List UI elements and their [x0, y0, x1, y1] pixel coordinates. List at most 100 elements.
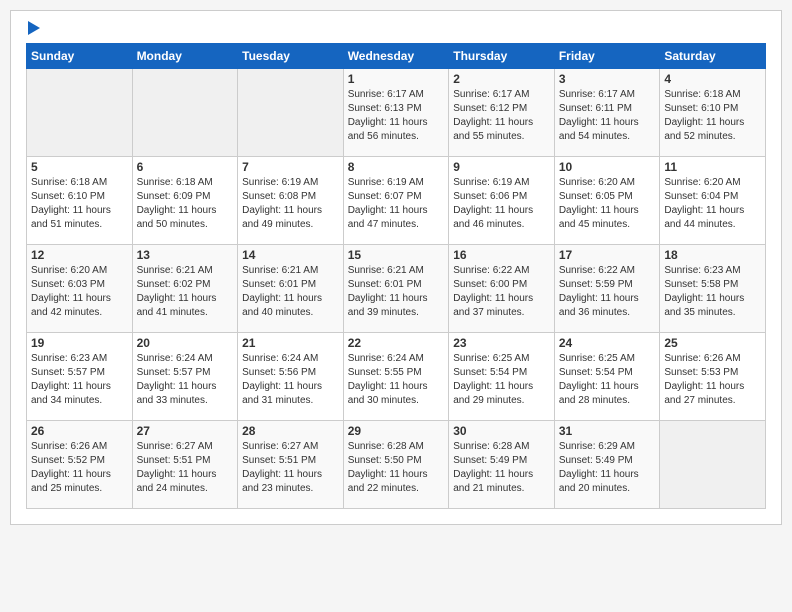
- calendar-cell: 12 Sunrise: 6:20 AM Sunset: 6:03 PM Dayli…: [27, 245, 133, 333]
- day-info: Sunrise: 6:18 AM Sunset: 6:09 PM Dayligh…: [137, 176, 234, 232]
- calendar-cell: 11 Sunrise: 6:20 AM Sunset: 6:04 PM Dayli…: [660, 157, 766, 245]
- calendar-cell: 1Sunrise: 6:17 AM Sunset: 6:13 PM Daylig…: [343, 69, 449, 157]
- day-number: 8: [348, 160, 445, 174]
- weekday-header-thursday: Thursday: [449, 44, 555, 69]
- calendar-cell: 15 Sunrise: 6:21 AM Sunset: 6:01 PM Dayli…: [343, 245, 449, 333]
- day-info: Sunrise: 6:21 AM Sunset: 6:01 PM Dayligh…: [348, 264, 445, 320]
- day-number: 6: [137, 160, 234, 174]
- day-number: 12: [31, 248, 128, 262]
- day-number: 24: [559, 336, 656, 350]
- calendar-cell: 31Sunrise: 6:29 AM Sunset: 5:49 PM Dayli…: [554, 421, 660, 509]
- day-info: Sunrise: 6:20 AM Sunset: 6:05 PM Dayligh…: [559, 176, 656, 232]
- calendar-container: SundayMondayTuesdayWednesdayThursdayFrid…: [10, 10, 782, 525]
- logo-arrow-icon: [28, 21, 40, 35]
- calendar-thead: SundayMondayTuesdayWednesdayThursdayFrid…: [27, 44, 766, 69]
- calendar-cell: 25 Sunrise: 6:26 AM Sunset: 5:53 PM Dayli…: [660, 333, 766, 421]
- day-info: Sunrise: 6:27 AM Sunset: 5:51 PM Dayligh…: [242, 440, 339, 496]
- day-number: 31: [559, 424, 656, 438]
- day-info: Sunrise: 6:26 AM Sunset: 5:52 PM Dayligh…: [31, 440, 128, 496]
- day-info: Sunrise: 6:20 AM Sunset: 6:04 PM Dayligh…: [664, 176, 761, 232]
- calendar-cell: 22 Sunrise: 6:24 AM Sunset: 5:55 PM Dayli…: [343, 333, 449, 421]
- calendar-tbody: 1Sunrise: 6:17 AM Sunset: 6:13 PM Daylig…: [27, 69, 766, 509]
- day-info: Sunrise: 6:24 AM Sunset: 5:56 PM Dayligh…: [242, 352, 339, 408]
- calendar-header: [26, 21, 766, 35]
- day-number: 30: [453, 424, 550, 438]
- day-info: Sunrise: 6:28 AM Sunset: 5:49 PM Dayligh…: [453, 440, 550, 496]
- logo: [26, 21, 40, 35]
- calendar-cell: 19 Sunrise: 6:23 AM Sunset: 5:57 PM Dayli…: [27, 333, 133, 421]
- day-info: Sunrise: 6:21 AM Sunset: 6:02 PM Dayligh…: [137, 264, 234, 320]
- day-info: Sunrise: 6:20 AM Sunset: 6:03 PM Dayligh…: [31, 264, 128, 320]
- day-info: Sunrise: 6:24 AM Sunset: 5:55 PM Dayligh…: [348, 352, 445, 408]
- day-number: 23: [453, 336, 550, 350]
- calendar-table: SundayMondayTuesdayWednesdayThursdayFrid…: [26, 43, 766, 509]
- calendar-cell: 30 Sunrise: 6:28 AM Sunset: 5:49 PM Dayli…: [449, 421, 555, 509]
- calendar-cell: 17 Sunrise: 6:22 AM Sunset: 5:59 PM Dayli…: [554, 245, 660, 333]
- weekday-header-saturday: Saturday: [660, 44, 766, 69]
- calendar-week-0: 1Sunrise: 6:17 AM Sunset: 6:13 PM Daylig…: [27, 69, 766, 157]
- day-number: 7: [242, 160, 339, 174]
- calendar-cell: [238, 69, 344, 157]
- day-info: Sunrise: 6:26 AM Sunset: 5:53 PM Dayligh…: [664, 352, 761, 408]
- day-number: 1: [348, 72, 445, 86]
- day-number: 22: [348, 336, 445, 350]
- day-number: 25: [664, 336, 761, 350]
- calendar-cell: 28Sunrise: 6:27 AM Sunset: 5:51 PM Dayli…: [238, 421, 344, 509]
- day-number: 10: [559, 160, 656, 174]
- day-info: Sunrise: 6:18 AM Sunset: 6:10 PM Dayligh…: [664, 88, 761, 144]
- calendar-cell: 7 Sunrise: 6:19 AM Sunset: 6:08 PM Daylig…: [238, 157, 344, 245]
- calendar-cell: 9 Sunrise: 6:19 AM Sunset: 6:06 PM Daylig…: [449, 157, 555, 245]
- day-info: Sunrise: 6:22 AM Sunset: 6:00 PM Dayligh…: [453, 264, 550, 320]
- day-number: 4: [664, 72, 761, 86]
- day-number: 21: [242, 336, 339, 350]
- calendar-cell: 29Sunrise: 6:28 AM Sunset: 5:50 PM Dayli…: [343, 421, 449, 509]
- day-info: Sunrise: 6:25 AM Sunset: 5:54 PM Dayligh…: [559, 352, 656, 408]
- day-number: 27: [137, 424, 234, 438]
- calendar-cell: 3Sunrise: 6:17 AM Sunset: 6:11 PM Daylig…: [554, 69, 660, 157]
- day-info: Sunrise: 6:23 AM Sunset: 5:58 PM Dayligh…: [664, 264, 761, 320]
- calendar-cell: 14 Sunrise: 6:21 AM Sunset: 6:01 PM Dayli…: [238, 245, 344, 333]
- day-number: 17: [559, 248, 656, 262]
- day-info: Sunrise: 6:23 AM Sunset: 5:57 PM Dayligh…: [31, 352, 128, 408]
- day-number: 19: [31, 336, 128, 350]
- day-info: Sunrise: 6:19 AM Sunset: 6:06 PM Dayligh…: [453, 176, 550, 232]
- calendar-cell: 21 Sunrise: 6:24 AM Sunset: 5:56 PM Dayli…: [238, 333, 344, 421]
- day-number: 13: [137, 248, 234, 262]
- day-info: Sunrise: 6:22 AM Sunset: 5:59 PM Dayligh…: [559, 264, 656, 320]
- day-number: 14: [242, 248, 339, 262]
- weekday-header-friday: Friday: [554, 44, 660, 69]
- calendar-cell: 2Sunrise: 6:17 AM Sunset: 6:12 PM Daylig…: [449, 69, 555, 157]
- day-number: 11: [664, 160, 761, 174]
- weekday-header-wednesday: Wednesday: [343, 44, 449, 69]
- calendar-cell: 26 Sunrise: 6:26 AM Sunset: 5:52 PM Dayli…: [27, 421, 133, 509]
- calendar-cell: [660, 421, 766, 509]
- day-info: Sunrise: 6:19 AM Sunset: 6:07 PM Dayligh…: [348, 176, 445, 232]
- calendar-cell: 24 Sunrise: 6:25 AM Sunset: 5:54 PM Dayli…: [554, 333, 660, 421]
- calendar-cell: 10 Sunrise: 6:20 AM Sunset: 6:05 PM Dayli…: [554, 157, 660, 245]
- day-number: 16: [453, 248, 550, 262]
- day-info: Sunrise: 6:21 AM Sunset: 6:01 PM Dayligh…: [242, 264, 339, 320]
- calendar-cell: 6 Sunrise: 6:18 AM Sunset: 6:09 PM Daylig…: [132, 157, 238, 245]
- day-info: Sunrise: 6:19 AM Sunset: 6:08 PM Dayligh…: [242, 176, 339, 232]
- day-number: 15: [348, 248, 445, 262]
- day-number: 3: [559, 72, 656, 86]
- calendar-week-4: 26 Sunrise: 6:26 AM Sunset: 5:52 PM Dayli…: [27, 421, 766, 509]
- day-number: 9: [453, 160, 550, 174]
- calendar-cell: 13 Sunrise: 6:21 AM Sunset: 6:02 PM Dayli…: [132, 245, 238, 333]
- calendar-week-1: 5Sunrise: 6:18 AM Sunset: 6:10 PM Daylig…: [27, 157, 766, 245]
- calendar-cell: [27, 69, 133, 157]
- day-info: Sunrise: 6:27 AM Sunset: 5:51 PM Dayligh…: [137, 440, 234, 496]
- day-info: Sunrise: 6:17 AM Sunset: 6:12 PM Dayligh…: [453, 88, 550, 144]
- calendar-week-3: 19 Sunrise: 6:23 AM Sunset: 5:57 PM Dayli…: [27, 333, 766, 421]
- calendar-cell: 23Sunrise: 6:25 AM Sunset: 5:54 PM Dayli…: [449, 333, 555, 421]
- calendar-cell: 18Sunrise: 6:23 AM Sunset: 5:58 PM Dayli…: [660, 245, 766, 333]
- calendar-cell: 16 Sunrise: 6:22 AM Sunset: 6:00 PM Dayli…: [449, 245, 555, 333]
- calendar-cell: 27 Sunrise: 6:27 AM Sunset: 5:51 PM Dayli…: [132, 421, 238, 509]
- calendar-cell: 8 Sunrise: 6:19 AM Sunset: 6:07 PM Daylig…: [343, 157, 449, 245]
- calendar-cell: 4 Sunrise: 6:18 AM Sunset: 6:10 PM Daylig…: [660, 69, 766, 157]
- day-number: 26: [31, 424, 128, 438]
- calendar-cell: 20Sunrise: 6:24 AM Sunset: 5:57 PM Dayli…: [132, 333, 238, 421]
- day-number: 5: [31, 160, 128, 174]
- calendar-cell: [132, 69, 238, 157]
- weekday-header-monday: Monday: [132, 44, 238, 69]
